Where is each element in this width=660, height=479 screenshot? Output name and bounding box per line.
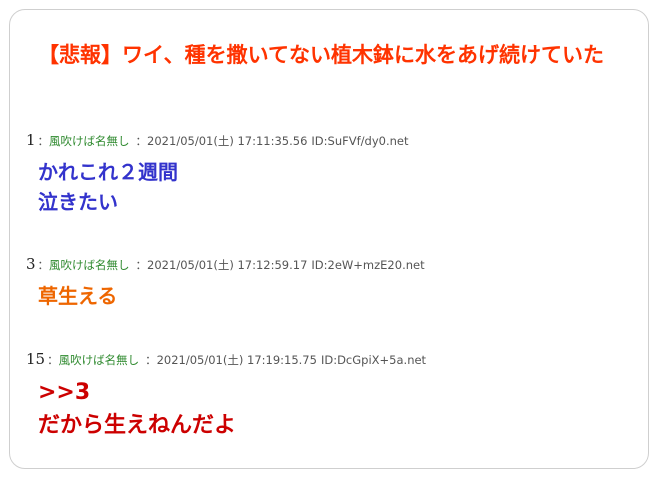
thread-card: 【悲報】ワイ、種を撒いてない植木鉢に水をあげ続けていた 1 ： 風吹けば名無し … bbox=[9, 9, 649, 469]
post-body-line: かれこれ２週間 bbox=[38, 160, 178, 184]
post-body: >>3 だから生えねんだよ bbox=[38, 376, 626, 442]
post-body-line: 泣きたい bbox=[38, 190, 118, 214]
post-reply-anchor-link[interactable]: >>3 bbox=[38, 376, 626, 409]
post-separator: ： bbox=[47, 353, 59, 367]
post-author-name: 風吹けば名無し bbox=[49, 258, 130, 272]
post: 1 ： 風吹けば名無し ：2021/05/01(土) 17:11:35.56 I… bbox=[26, 130, 626, 217]
post-author-name: 風吹けば名無し bbox=[49, 134, 130, 148]
post-user-id[interactable]: ID:DcGpiX+5a.net bbox=[321, 350, 426, 370]
post-body: かれこれ２週間 泣きたい bbox=[38, 157, 626, 217]
post-separator: ： bbox=[37, 258, 50, 272]
post-header: 3 ： 風吹けば名無し ：2021/05/01(土) 17:12:59.17 I… bbox=[26, 254, 626, 275]
post-body-line: だから生えねんだよ bbox=[38, 413, 237, 438]
post-user-id[interactable]: ID:2eW+mzE20.net bbox=[311, 255, 424, 275]
post-timestamp: ：2021/05/01(土) 17:12:59.17 bbox=[135, 258, 308, 272]
post-number[interactable]: 15 bbox=[26, 349, 45, 369]
post-number[interactable]: 1 bbox=[26, 130, 36, 150]
post-number[interactable]: 3 bbox=[26, 254, 36, 274]
thread-title: 【悲報】ワイ、種を撒いてない植木鉢に水をあげ続けていた bbox=[38, 43, 604, 67]
post-separator: ： bbox=[37, 134, 50, 148]
post: 15 ： 風吹けば名無し ：2021/05/01(土) 17:19:15.75 … bbox=[26, 349, 626, 442]
post-body-line: 草生える bbox=[38, 284, 118, 308]
post-timestamp: ：2021/05/01(土) 17:19:15.75 bbox=[145, 353, 317, 367]
post: 3 ： 風吹けば名無し ：2021/05/01(土) 17:12:59.17 I… bbox=[26, 254, 626, 311]
post-user-id[interactable]: ID:SuFVf/dy0.net bbox=[311, 131, 408, 151]
post-author-name: 風吹けば名無し bbox=[58, 353, 140, 367]
post-header: 15 ： 風吹けば名無し ：2021/05/01(土) 17:19:15.75 … bbox=[26, 349, 626, 370]
post-header: 1 ： 風吹けば名無し ：2021/05/01(土) 17:11:35.56 I… bbox=[26, 130, 626, 151]
post-body: 草生える bbox=[38, 281, 626, 311]
post-timestamp: ：2021/05/01(土) 17:11:35.56 bbox=[135, 134, 308, 148]
